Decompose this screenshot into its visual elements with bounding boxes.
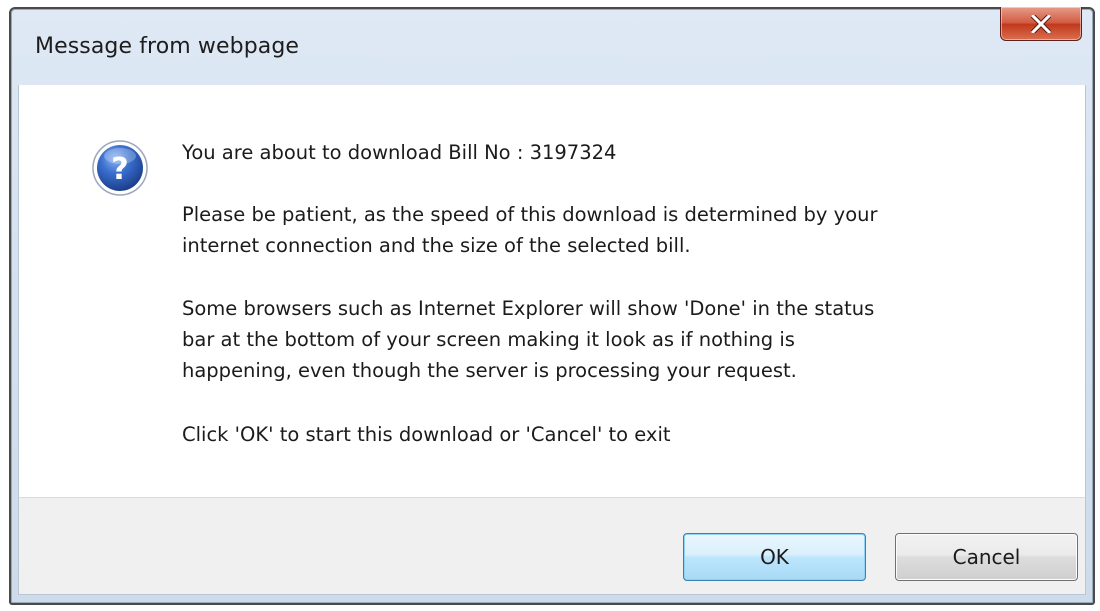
cancel-button[interactable]: Cancel [895, 533, 1078, 581]
message-dialog: Message from webpage ? You are about to … [9, 7, 1095, 605]
message-line-instructions: Click 'OK' to start this download or 'Ca… [182, 423, 671, 446]
button-bar: OK Cancel [18, 497, 1086, 595]
close-icon [1031, 15, 1051, 33]
ok-button[interactable]: OK [683, 533, 866, 581]
svg-text:?: ? [111, 152, 128, 187]
close-button[interactable] [1000, 7, 1082, 41]
message-line-browsers: Some browsers such as Internet Explorer … [182, 297, 875, 382]
message-line-bill: You are about to download Bill No : 3197… [182, 141, 617, 164]
title-bar[interactable]: Message from webpage [11, 7, 1093, 85]
dialog-title: Message from webpage [35, 34, 300, 59]
message-content: ? You are about to download Bill No : 31… [18, 85, 1086, 497]
question-icon: ? [92, 140, 148, 196]
message-line-patience: Please be patient, as the speed of this … [182, 203, 878, 257]
